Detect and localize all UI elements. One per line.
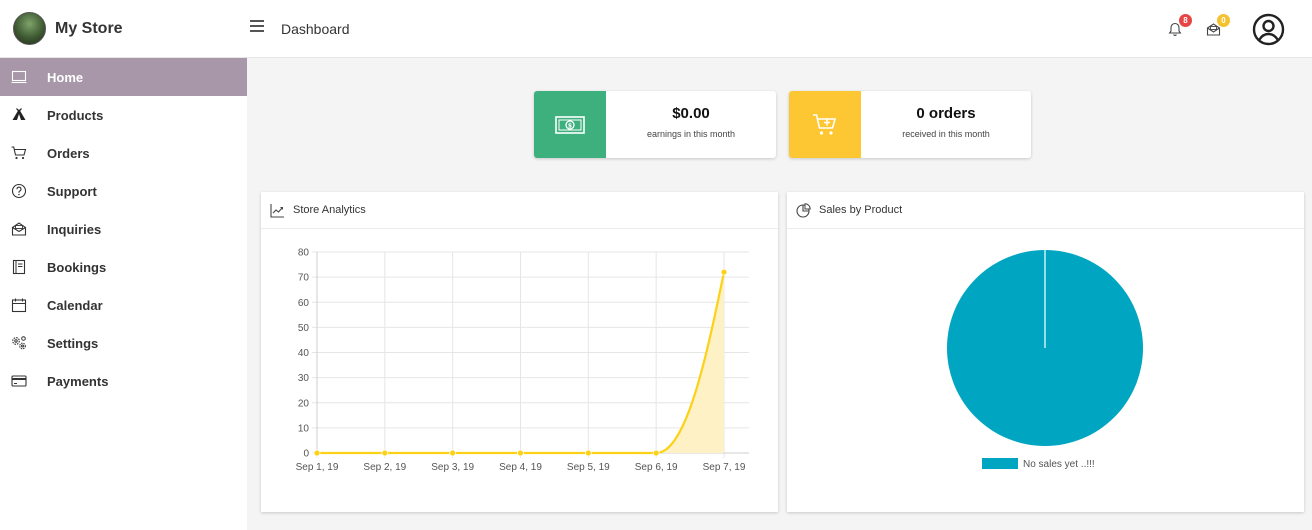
data-point xyxy=(652,449,660,457)
sidebar-item-label: Calendar xyxy=(47,297,103,313)
sidebar-item-home[interactable]: Home xyxy=(0,58,247,96)
sidebar-item-payments[interactable]: Payments xyxy=(0,362,247,400)
legend-label: No sales yet ..!!! xyxy=(1023,459,1095,470)
book-icon xyxy=(11,259,27,275)
store-avatar xyxy=(13,12,46,45)
y-tick-label: 20 xyxy=(298,398,310,409)
messages-icon[interactable]: 0 xyxy=(1206,14,1230,38)
y-tick-label: 10 xyxy=(298,423,310,434)
sidebar-item-settings[interactable]: Settings xyxy=(0,324,247,362)
sales-by-product-chart: No sales yet ..!!! xyxy=(947,250,1143,470)
credit-card-icon xyxy=(11,373,27,389)
y-tick-label: 70 xyxy=(298,273,310,284)
sidebar-item-label: Orders xyxy=(47,145,90,161)
x-tick-label: Sep 1, 19 xyxy=(296,462,339,473)
store-name: My Store xyxy=(55,19,123,37)
menu-toggle-icon[interactable] xyxy=(250,20,264,34)
data-point xyxy=(584,449,592,457)
messages-badge: 0 xyxy=(1217,14,1230,27)
sidebar-item-label: Support xyxy=(47,183,97,199)
orders-value: 0 orders xyxy=(916,105,976,122)
y-tick-label: 60 xyxy=(298,298,310,309)
brand[interactable]: My Store xyxy=(13,12,123,45)
sidebar-item-label: Home xyxy=(47,69,84,85)
earnings-card: $ $0.00 earnings in this month xyxy=(534,91,776,158)
page-title: Dashboard xyxy=(281,21,350,37)
store-analytics-chart: 0 10 20 30 40 50 60 70 80 Sep 1, 19 Sep 2, 19 Sep 3… xyxy=(296,248,749,473)
x-tick-label: Sep 2, 19 xyxy=(363,462,406,473)
monitor-icon xyxy=(11,69,27,85)
top-header: My Store Dashboard 8 0 xyxy=(0,0,1312,58)
sidebar: Home Products Orders Support Inquiries B… xyxy=(0,58,247,530)
orders-card: 0 orders received in this month xyxy=(789,91,1031,158)
store-analytics-panel: Store Analytics 0 10 20 30 40 50 60 70 80 Sep 1, … xyxy=(261,192,778,512)
sidebar-item-label: Bookings xyxy=(47,259,107,275)
cash-icon: $ xyxy=(534,91,606,158)
calendar-icon xyxy=(11,297,27,313)
sidebar-item-label: Settings xyxy=(47,335,99,351)
orders-label: received in this month xyxy=(902,129,990,139)
data-point xyxy=(517,449,524,457)
user-profile-icon[interactable] xyxy=(1252,13,1285,46)
sales-by-product-panel: Sales by Product No sales yet ..!!! xyxy=(787,192,1304,512)
svg-text:$: $ xyxy=(568,122,572,129)
sidebar-item-support[interactable]: Support xyxy=(0,172,247,210)
data-point xyxy=(381,449,389,457)
sidebar-item-bookings[interactable]: Bookings xyxy=(0,248,247,286)
x-tick-label: Sep 5, 19 xyxy=(567,462,610,473)
tent-icon xyxy=(11,107,27,123)
x-tick-label: Sep 6, 19 xyxy=(635,462,678,473)
mail-open-icon xyxy=(11,221,27,237)
help-circle-icon xyxy=(11,183,27,199)
earnings-value: $0.00 xyxy=(672,105,710,122)
earnings-label: earnings in this month xyxy=(646,129,736,139)
gears-icon xyxy=(11,335,27,351)
sidebar-item-label: Payments xyxy=(47,373,109,389)
x-tick-label: Sep 7, 19 xyxy=(703,462,746,473)
y-tick-label: 40 xyxy=(298,348,310,359)
sidebar-item-orders[interactable]: Orders xyxy=(0,134,247,172)
data-point xyxy=(449,449,457,457)
legend-swatch xyxy=(982,458,1018,469)
notifications-badge: 8 xyxy=(1179,14,1192,27)
x-tick-label: Sep 3, 19 xyxy=(431,462,474,473)
data-point xyxy=(720,268,728,276)
notifications-bell-icon[interactable]: 8 xyxy=(1168,14,1192,38)
y-tick-label: 0 xyxy=(303,449,309,460)
sidebar-item-label: Inquiries xyxy=(47,221,102,237)
y-tick-label: 80 xyxy=(298,248,310,259)
sidebar-item-products[interactable]: Products xyxy=(0,96,247,134)
cart-icon xyxy=(11,145,27,161)
sidebar-item-label: Products xyxy=(47,107,104,123)
data-point xyxy=(313,449,321,457)
x-tick-label: Sep 4, 19 xyxy=(499,462,542,473)
y-tick-label: 50 xyxy=(298,323,310,334)
sidebar-item-calendar[interactable]: Calendar xyxy=(0,286,247,324)
y-tick-label: 30 xyxy=(298,373,310,384)
sidebar-item-inquiries[interactable]: Inquiries xyxy=(0,210,247,248)
cart-plus-icon xyxy=(789,91,861,158)
